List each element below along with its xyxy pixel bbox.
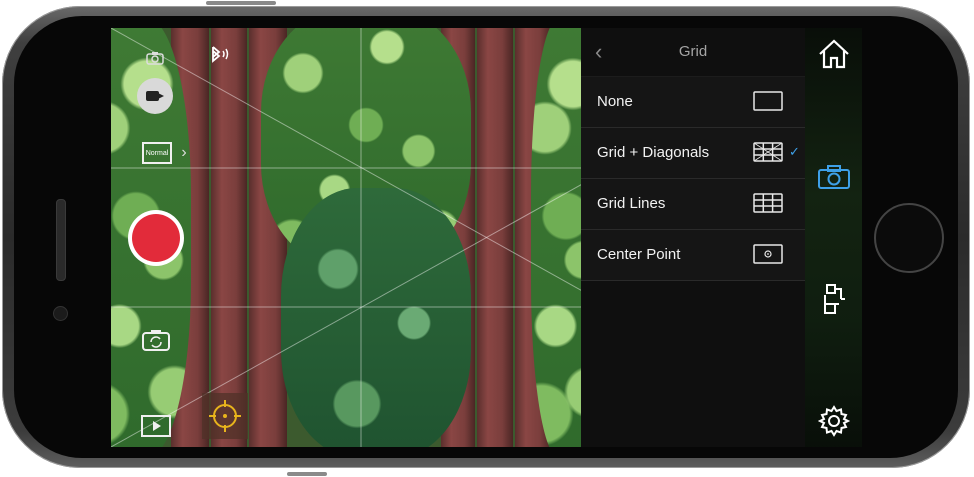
home-icon[interactable] (805, 34, 862, 74)
volume-button (206, 1, 276, 5)
panel-title: Grid (678, 43, 708, 60)
photo-mode-icon[interactable] (144, 50, 166, 66)
option-grid-lines[interactable]: Grid Lines (581, 179, 805, 230)
chevron-right-icon[interactable]: › (177, 144, 191, 162)
record-dot (132, 214, 180, 262)
video-mode-button[interactable] (137, 78, 173, 114)
video-camera-icon (145, 91, 164, 101)
earpiece-speaker (56, 199, 66, 281)
bluetooth-icon (205, 44, 235, 64)
option-center-point[interactable]: Center Point (581, 230, 805, 281)
grid-lines-icon (753, 193, 783, 213)
app-screen: Normal › ‹ Grid None Grid + Diagonals ✓ … (111, 28, 862, 447)
checkmark-icon: ✓ (789, 144, 800, 159)
switch-camera-icon[interactable] (141, 328, 171, 352)
option-grid-diagonals[interactable]: Grid + Diagonals ✓ (581, 128, 805, 179)
front-camera (53, 306, 68, 321)
camera-icon[interactable] (805, 157, 862, 197)
settings-icon[interactable] (805, 401, 862, 441)
no-grid-icon (753, 91, 783, 111)
home-hardware-button[interactable] (874, 203, 944, 273)
gimbal-icon[interactable] (805, 279, 862, 319)
playback-icon[interactable] (141, 415, 171, 437)
nav-bar-backdrop (805, 28, 862, 447)
option-none[interactable]: None (581, 77, 805, 128)
video-format-button[interactable]: Normal (141, 141, 173, 165)
format-label: Normal (145, 149, 169, 157)
option-label: Center Point (597, 246, 681, 263)
option-label: Grid + Diagonals (597, 144, 710, 161)
focus-target-icon[interactable] (202, 393, 248, 439)
power-button (287, 472, 327, 476)
panel-header: ‹ Grid (581, 28, 805, 77)
option-label: None (597, 93, 633, 110)
option-label: Grid Lines (597, 195, 666, 212)
grid-diagonals-icon (753, 142, 783, 162)
right-nav-bar (805, 28, 862, 447)
record-button[interactable] (128, 210, 184, 266)
center-point-icon (753, 244, 783, 264)
grid-settings-panel: ‹ Grid None Grid + Diagonals ✓ Grid Line… (581, 28, 805, 447)
